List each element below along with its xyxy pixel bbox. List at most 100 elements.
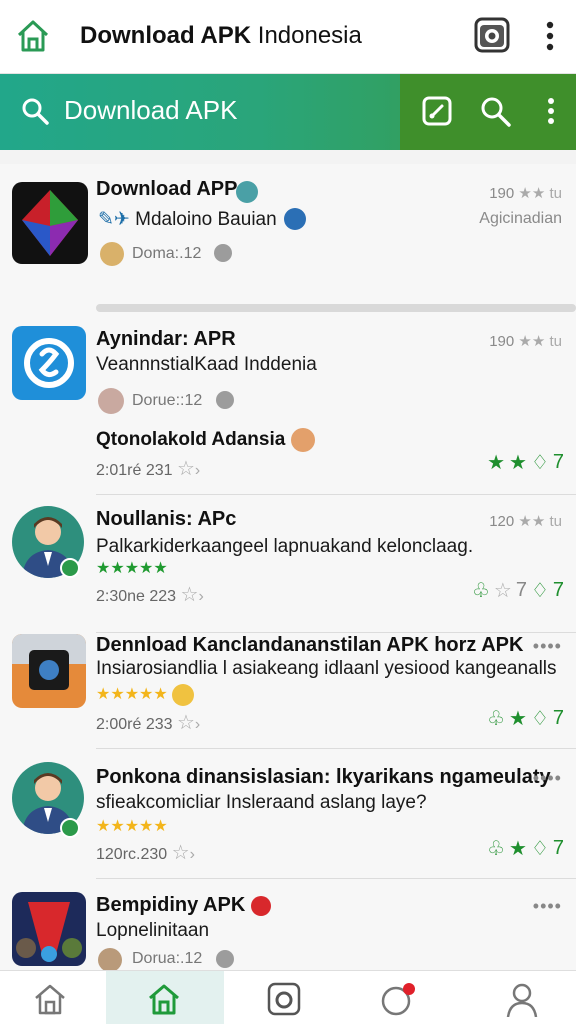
edit-icon[interactable]	[420, 94, 454, 128]
rating-count: 190 ★★ tu	[489, 333, 562, 350]
item-date-text: 2:30ne 223	[96, 588, 177, 605]
rating-count-value: 120	[489, 513, 515, 530]
search-icon[interactable]	[20, 96, 50, 126]
more-vertical-icon-secondary[interactable]	[534, 94, 568, 128]
online-badge-icon	[60, 558, 80, 578]
cube-logo-icon	[22, 190, 78, 256]
emoji-icon	[290, 428, 315, 452]
rating-stars: ★★★★★	[96, 560, 168, 577]
more-horizontal-icon[interactable]: ••••	[533, 768, 562, 789]
like-icon[interactable]: ♧	[487, 836, 505, 861]
user-icon	[100, 242, 124, 266]
search-icon-secondary[interactable]	[478, 94, 512, 128]
star-icon[interactable]: ★	[487, 450, 505, 475]
item-date-text: 2:01ré 231	[96, 462, 173, 479]
divider	[96, 632, 576, 633]
item-meta: Doma:.12	[132, 245, 202, 262]
item-date-text: 2:00ré 233	[96, 716, 173, 733]
rating-count: 190 ★★ tu	[489, 185, 562, 202]
alert-icon	[250, 895, 271, 916]
like-icon[interactable]: ♧	[487, 706, 505, 731]
more-horizontal-icon[interactable]: ••••	[533, 636, 562, 657]
list-item[interactable]: Aynindar: APR 190 ★★ tu VeannnstialKaad …	[0, 314, 576, 495]
item-title: Ponkona dinansislasian: lkyarikans ngame…	[96, 766, 551, 788]
item-actions[interactable]: ★ ★ ♢ 7	[487, 450, 564, 475]
avatar	[98, 388, 124, 414]
badge-icon	[284, 208, 306, 230]
share-icon[interactable]: ♢	[531, 836, 549, 861]
online-badge-icon	[60, 818, 80, 838]
divider	[96, 878, 576, 879]
score: 7	[552, 707, 564, 729]
app-title-rest: Indonesia	[251, 22, 362, 49]
app-title: Download APK Indonesia	[80, 22, 362, 50]
share-icon[interactable]: ♢	[531, 578, 549, 603]
item-title: Dennload Kanclandananstilan APK horz APK	[96, 634, 524, 656]
app-list: Download APP 190 ★★ tu ✎✈ Mdaloino Bauia…	[0, 164, 576, 970]
list-item[interactable]: Dennload Kanclandananstilan APK horz APK…	[0, 634, 576, 754]
item-title: Aynindar: APR	[96, 328, 236, 350]
bag-logo-icon	[12, 634, 86, 690]
more-vertical-icon[interactable]	[540, 20, 560, 52]
like-icon[interactable]: ♢	[531, 450, 549, 475]
app-icon[interactable]	[12, 326, 86, 400]
more-horizontal-icon[interactable]: ••••	[533, 896, 562, 917]
list-item[interactable]: Noullanis: APc 120 ★★ tu Palkarkiderkaan…	[0, 494, 576, 634]
item-date: 120rc.230 ☆›	[96, 842, 195, 864]
star-icon[interactable]: ☆	[494, 578, 512, 603]
score: 7	[552, 451, 564, 473]
home-icon[interactable]	[146, 981, 182, 1017]
chat-logo-icon	[24, 338, 74, 388]
star-icon[interactable]: ★	[509, 450, 527, 475]
user-icon	[98, 948, 122, 970]
list-item[interactable]: Bempidiny APK •••• Lopnelinitaan Dorua:.…	[0, 884, 576, 970]
item-actions[interactable]: ♧ ☆ 7 ♢ 7	[472, 578, 564, 603]
share-icon[interactable]: ♢	[531, 706, 549, 731]
list-item[interactable]: Download APP 190 ★★ tu ✎✈ Mdaloino Bauia…	[0, 164, 576, 314]
item-meta: Dorua:.12	[132, 950, 203, 967]
item-subtitle-text: Mdaloino Bauian	[135, 209, 277, 230]
check-icon	[216, 950, 234, 968]
bottom-navigation	[0, 970, 576, 1024]
item-date: 2:00ré 233 ☆›	[96, 712, 201, 734]
search-bar[interactable]: Download APK	[0, 74, 576, 150]
section-divider	[96, 304, 576, 312]
divider	[96, 748, 576, 749]
app-icon[interactable]	[12, 892, 86, 966]
star-icon[interactable]: ★	[509, 706, 527, 731]
score: 7	[552, 579, 564, 601]
profile-icon[interactable]	[504, 981, 540, 1017]
item-subtitle: VeannnstialKaad Inddenia	[96, 354, 317, 375]
item-extra-title: Qtonolakold Adansia	[96, 428, 315, 452]
check-icon	[216, 391, 234, 409]
home-outline-icon[interactable]	[32, 981, 68, 1017]
search-input[interactable]: Download APK	[64, 95, 237, 126]
item-title: Bempidiny APK	[96, 894, 271, 917]
item-title: Download APP	[96, 178, 238, 200]
item-side-label: Agicinadian	[479, 210, 562, 227]
app-icon[interactable]	[12, 182, 88, 264]
list-item[interactable]: Ponkona dinansislasian: lkyarikans ngame…	[0, 754, 576, 884]
like-icon[interactable]: ♧	[472, 578, 490, 603]
item-date: 2:01ré 231 ☆›	[96, 458, 201, 480]
item-meta: Dorue::12	[132, 392, 203, 409]
home-icon[interactable]	[14, 17, 52, 55]
item-actions[interactable]: ♧ ★ ♢ 7	[487, 706, 564, 731]
app-bar: Download APK Indonesia	[0, 0, 576, 74]
item-subtitle: Palkarkiderkaangeel lapnuakand kelonclaa…	[96, 536, 474, 557]
star-icon[interactable]: ★	[509, 836, 527, 861]
camera-icon[interactable]	[474, 17, 510, 53]
notification-icon[interactable]	[380, 981, 416, 1017]
verified-icon	[236, 181, 258, 203]
item-subtitle: Lopnelinitaan	[96, 920, 210, 941]
item-title: Noullanis: APc	[96, 508, 237, 530]
item-subtitle: Insiarosiandlia l asiakeang idlaanl yesi…	[96, 658, 557, 679]
item-subtitle: ✎✈ Mdaloino Bauian	[98, 209, 277, 230]
camera-icon[interactable]	[266, 981, 302, 1017]
rating-count-value: 190	[489, 185, 515, 202]
app-icon[interactable]	[12, 634, 86, 708]
rating-stars: ★★★★★	[96, 818, 168, 835]
score: 7	[552, 837, 564, 859]
item-actions[interactable]: ♧ ★ ♢ 7	[487, 836, 564, 861]
rating-count-value: 190	[489, 333, 515, 350]
